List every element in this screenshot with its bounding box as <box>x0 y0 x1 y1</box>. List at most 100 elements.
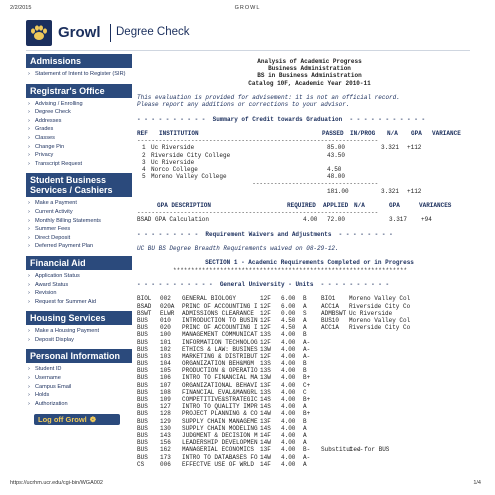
course-row-cell: 106 <box>160 374 171 382</box>
course-row-cell: EFFECTVE USE OF WRLD <box>182 460 255 468</box>
sidebar-link-label: Holds <box>35 392 50 399</box>
course-row-cell: B+ <box>303 374 311 382</box>
sidebar-link[interactable]: › Summer Fees <box>26 225 132 234</box>
print-page: 1/4 <box>473 480 481 486</box>
sidebar-link[interactable]: › Statement of Intent to Register (SIR) <box>26 70 132 79</box>
sidebar-link-label: Grades <box>35 126 54 133</box>
course-row-cell: INTRO TO DATABASES FO <box>182 453 258 461</box>
course-row-cell: ETHICS & LAW: BUSINES <box>182 345 258 353</box>
chevron-right-icon: › <box>28 328 30 335</box>
summary-row-cell: 85.00 <box>327 144 346 152</box>
gpa-header-cell: APPLIED <box>323 201 349 209</box>
course-row-cell: 100 <box>160 331 171 339</box>
sidebar-link[interactable]: › Change Pin <box>26 143 132 152</box>
course-row-cell: Uc Riverside <box>349 309 393 317</box>
sidebar-link[interactable]: › Monthly Billing Statements <box>26 217 132 226</box>
course-row-cell: 13S <box>260 360 271 368</box>
sidebar-link-label: Application Status <box>35 272 80 279</box>
sidebar-section-heading: Registrar's Office <box>26 83 132 98</box>
course-row-cell: B <box>303 417 307 425</box>
sidebar-link[interactable]: › Application Status <box>26 272 132 281</box>
sidebar-link[interactable]: › Make a Housing Payment <box>26 327 132 336</box>
sidebar-list: › Statement of Intent to Register (SIR) <box>26 68 132 81</box>
sidebar-link[interactable]: › Award Status <box>26 281 132 290</box>
course-row-cell: BUS <box>137 367 148 375</box>
sidebar-link[interactable]: › Student ID <box>26 365 132 374</box>
chevron-right-icon: › <box>28 152 30 159</box>
gpa-header-cell: GPA DESCRIPTION <box>157 201 212 209</box>
course-row: BUS 109 COMPETITIVE&STRATEGIC 14S 4.00 B+ <box>137 396 482 403</box>
sidebar-link[interactable]: › Current Activity <box>26 208 132 217</box>
sidebar-list: › Make a Housing Payment › Deposit Display <box>26 325 132 346</box>
section1-title: SECTION 1 - Academic Requirements Comple… <box>205 259 414 267</box>
course-row-cell: Riverside City Co <box>349 324 411 332</box>
sidebar-link[interactable]: › Deferred Payment Plan <box>26 242 132 251</box>
summary-row-cell: Moreno Valley College <box>151 173 227 181</box>
course-row-cell: BUS <box>137 360 148 368</box>
sidebar-link[interactable]: › Request for Summer Aid <box>26 298 132 307</box>
sidebar-link[interactable]: › Campus Email <box>26 383 132 392</box>
print-url: https://ucrhm.ucr.edu/cgi-bin/WGA002 <box>10 480 103 486</box>
summary-row-cell: Norco College <box>151 165 198 173</box>
course-row-cell: S <box>303 309 307 317</box>
sidebar-link-label: Statement of Intent to Register (SIR) <box>35 71 126 77</box>
sidebar-link[interactable]: › Transcript Request <box>26 160 132 169</box>
logoff-button[interactable]: Log off Growl ❁ <box>34 414 120 426</box>
course-row-cell: A- <box>303 338 311 346</box>
summary-row-cell: 1 <box>142 144 146 152</box>
course-row-cell: 14S <box>260 396 271 404</box>
sidebar-link-label: Request for Summer Aid <box>35 298 96 305</box>
summary-header-cell: REF <box>137 129 148 137</box>
course-row-cell: A <box>303 431 307 439</box>
sidebar-link[interactable]: › Degree Check <box>26 108 132 117</box>
sidebar-link[interactable]: › Holds <box>26 391 132 400</box>
summary-row-cell: 4 <box>142 165 146 173</box>
sidebar-link[interactable]: › Make a Payment <box>26 199 132 208</box>
sidebar-link[interactable]: › Username <box>26 374 132 383</box>
sidebar-link[interactable]: › Classes <box>26 134 132 143</box>
sidebar-link-label: Advising / Enrolling <box>35 100 83 107</box>
sidebar-link-label: Deposit Display <box>35 336 74 343</box>
brand-name[interactable]: Growl <box>58 24 101 41</box>
sidebar-link-label: Make a Payment <box>35 200 77 207</box>
course-row-cell: 127 <box>160 403 171 411</box>
chevron-right-icon: › <box>28 71 30 77</box>
sidebar-link[interactable]: › Deposit Display <box>26 336 132 345</box>
sidebar-link[interactable]: › Revision <box>26 289 132 298</box>
chevron-right-icon: › <box>28 298 30 305</box>
sidebar-section-heading: Financial Aid <box>26 255 132 270</box>
course-row-cell: Riverside City Co <box>349 302 411 310</box>
course-row-cell: BUS <box>137 431 148 439</box>
sidebar-link[interactable]: › Grades <box>26 125 132 134</box>
summary-total-cell: +112 <box>407 187 422 195</box>
summary-header-cell: VARIANCE <box>432 129 461 137</box>
chevron-right-icon: › <box>28 134 30 141</box>
chevron-right-icon: › <box>28 226 30 233</box>
sidebar-link-label: Award Status <box>35 281 69 288</box>
summary-row: 1 Uc Riverside 85.00 3.321 +112 <box>137 144 482 151</box>
summary-header-cell: PASSED <box>322 129 344 137</box>
summary-row-cell: Uc Riverside <box>151 158 195 166</box>
sidebar-link-label: Classes <box>35 134 55 141</box>
chevron-right-icon: › <box>28 109 30 116</box>
course-row-cell: SUPPLY CHAIN MODELING <box>182 424 258 432</box>
sidebar-section-heading: Personal Information <box>26 349 132 364</box>
gpa-row: BSAD GPA Calculation 4.00 72.00 3.317 +94 <box>137 216 482 223</box>
summary-row-cell: 5 <box>142 173 146 181</box>
sidebar-link[interactable]: › Direct Deposit <box>26 234 132 243</box>
course-row-cell: 104 <box>160 360 171 368</box>
sidebar-list: › Application Status › Award Status › Revisio… <box>26 270 132 308</box>
paw-logo-icon[interactable] <box>26 20 52 46</box>
gpa-row-cell: 3.317 <box>389 216 408 224</box>
course-row: BUS 130 SUPPLY CHAIN MODELING 14S 4.00 A <box>137 425 482 432</box>
course-row-cell: FINANCIAL EVAL&MANGRL <box>182 388 258 396</box>
sidebar-link[interactable]: › Addresses <box>26 117 132 126</box>
course-row-cell: 4.50 <box>281 324 296 332</box>
sidebar-link[interactable]: › Privacy <box>26 151 132 160</box>
sidebar-link-label: Summer Fees <box>35 226 71 233</box>
gpa-row-cell: +94 <box>421 216 432 224</box>
page-title: Degree Check <box>116 26 190 38</box>
sidebar-link[interactable]: › Authorization <box>26 400 132 409</box>
sidebar-link[interactable]: › Advising / Enrolling <box>26 100 132 109</box>
